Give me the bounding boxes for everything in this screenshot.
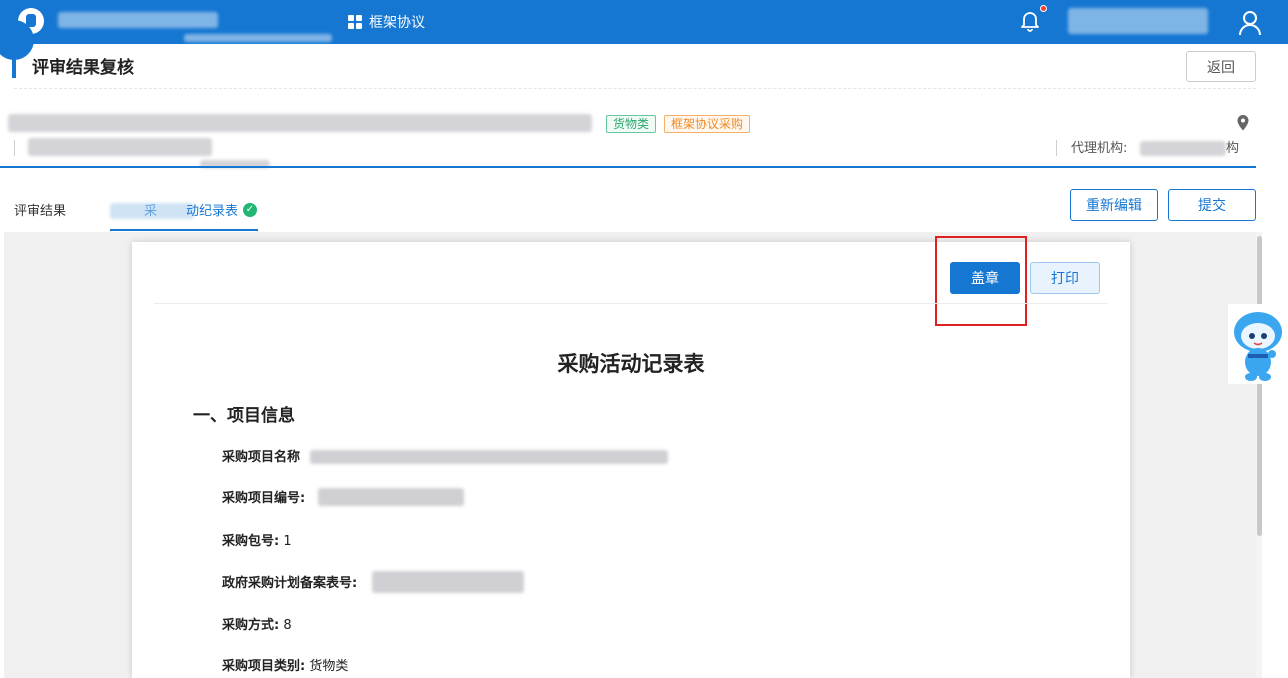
floating-blue-dot <box>0 20 34 60</box>
title-accent-bar <box>12 56 16 78</box>
project-code-blurred <box>28 138 212 156</box>
field-plan-record-number: 政府采购计划备案表号: <box>222 576 358 591</box>
field-package-number-value: 1 <box>283 534 292 549</box>
tab-procurement-record[interactable]: 采 <box>144 203 157 221</box>
top-navigation-bar: 框架协议 <box>0 0 1288 44</box>
print-button[interactable]: 打印 <box>1030 262 1100 294</box>
info-separator <box>1056 140 1057 156</box>
document-divider <box>154 303 1108 304</box>
username-blurred <box>1068 8 1208 34</box>
tab-procurement-record-label: 动纪录表 <box>186 204 239 219</box>
back-button[interactable]: 返回 <box>1186 51 1256 82</box>
site-name-blurred <box>58 12 218 28</box>
active-tab-indicator <box>110 229 258 231</box>
grid-icon <box>348 14 363 30</box>
bell-icon[interactable] <box>1018 8 1042 34</box>
field-plan-record-number-value-blurred <box>372 571 524 593</box>
user-icon[interactable] <box>1238 10 1262 36</box>
field-project-number: 采购项目编号: <box>222 491 306 506</box>
tag-framework-procurement: 框架协议采购 <box>664 115 751 133</box>
field-procurement-method-value: 8 <box>283 618 292 633</box>
field-procurement-category: 采购项目类别: 货物类 <box>222 659 349 674</box>
location-pin-icon[interactable] <box>1236 114 1250 132</box>
info-separator <box>14 140 15 156</box>
submit-button[interactable]: 提交 <box>1168 189 1256 221</box>
agency-label: 代理机构: <box>1071 141 1128 156</box>
agency-name-suffix: 构 <box>1226 141 1240 156</box>
field-procurement-category-value: 货物类 <box>309 659 349 674</box>
scrollbar-thumb[interactable] <box>1257 236 1262 536</box>
notification-dot <box>1040 5 1047 12</box>
reedit-button[interactable]: 重新编辑 <box>1070 189 1158 221</box>
document-title: 采购活动记录表 <box>557 352 705 376</box>
check-circle-icon: ✓ <box>243 203 257 217</box>
nav-framework-agreement-label: 框架协议 <box>369 15 425 31</box>
highlight-box <box>935 236 1027 326</box>
section-divider <box>0 166 1256 168</box>
field-project-number-value-blurred <box>318 488 464 506</box>
site-subtitle-blurred <box>184 34 332 42</box>
section-title: 一、项目信息 <box>193 406 295 426</box>
agency-name-blurred <box>1140 141 1226 156</box>
divider <box>14 88 1256 89</box>
field-project-name-value-blurred <box>310 450 668 464</box>
page-title: 评审结果复核 <box>32 58 134 78</box>
tab-procurement-record-prefix: 采 <box>144 204 158 219</box>
assistant-mascot-icon[interactable] <box>1228 304 1288 384</box>
field-procurement-method: 采购方式: 8 <box>222 618 292 633</box>
tab-review-result[interactable]: 评审结果 <box>14 203 66 221</box>
nav-framework-agreement[interactable]: 框架协议 <box>348 12 425 32</box>
field-project-name: 采购项目名称 <box>222 450 301 465</box>
field-package-number: 采购包号: 1 <box>222 534 292 549</box>
tag-goods: 货物类 <box>606 115 657 133</box>
project-name-blurred <box>8 114 592 132</box>
